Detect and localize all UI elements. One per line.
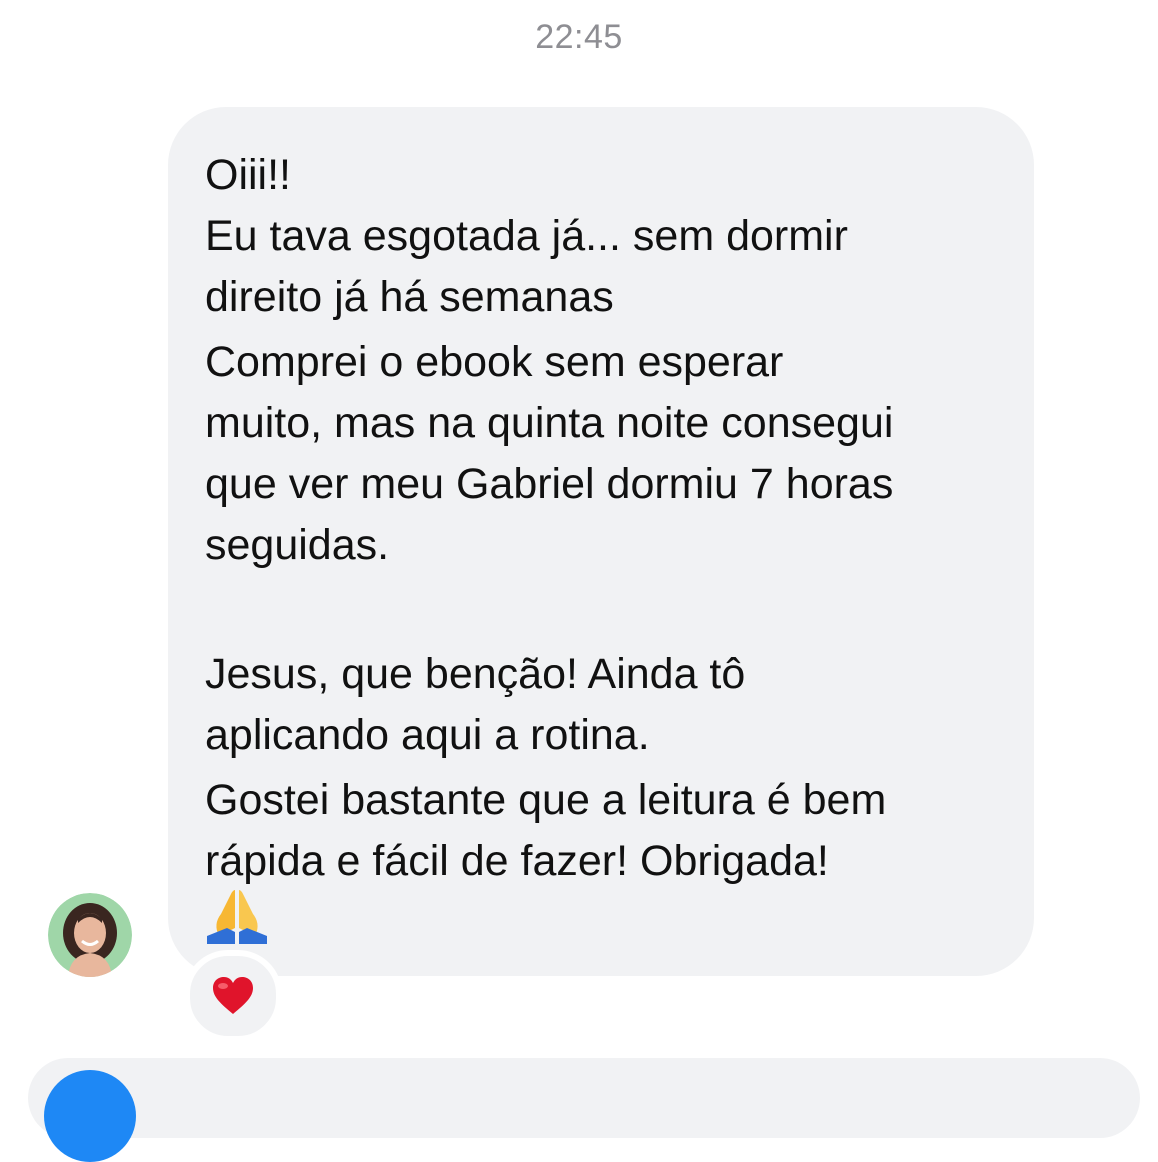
message-line: Gostei bastante que a leitura é bem xyxy=(205,776,887,824)
message-line: que ver meu Gabriel dormiu 7 horas xyxy=(205,460,894,508)
heart-icon xyxy=(213,977,253,1014)
sender-avatar[interactable] xyxy=(48,893,132,977)
message-line: Oiii!! xyxy=(205,151,291,199)
message-line: seguidas. xyxy=(205,521,390,569)
message-line: muito, mas na quinta noite consegui xyxy=(205,399,894,447)
message-line: Comprei o ebook sem esperar xyxy=(205,338,784,386)
message-line: direito já há semanas xyxy=(205,273,614,321)
message-line: Jesus, que benção! Ainda tô xyxy=(205,650,746,698)
received-message-bubble[interactable]: Oiii!! Eu tava esgotada já... sem dormir… xyxy=(168,107,1034,976)
message-line: aplicando aqui a rotina. xyxy=(205,711,650,759)
heart-reaction[interactable] xyxy=(184,950,282,1042)
praying-hands-icon xyxy=(205,884,269,948)
message-line: Eu tava esgotada já... sem dormir xyxy=(205,212,848,260)
message-line: rápida e fácil de fazer! Obrigada! xyxy=(205,837,829,885)
message-timestamp: 22:45 xyxy=(535,18,623,56)
message-composer[interactable] xyxy=(28,1058,1140,1138)
